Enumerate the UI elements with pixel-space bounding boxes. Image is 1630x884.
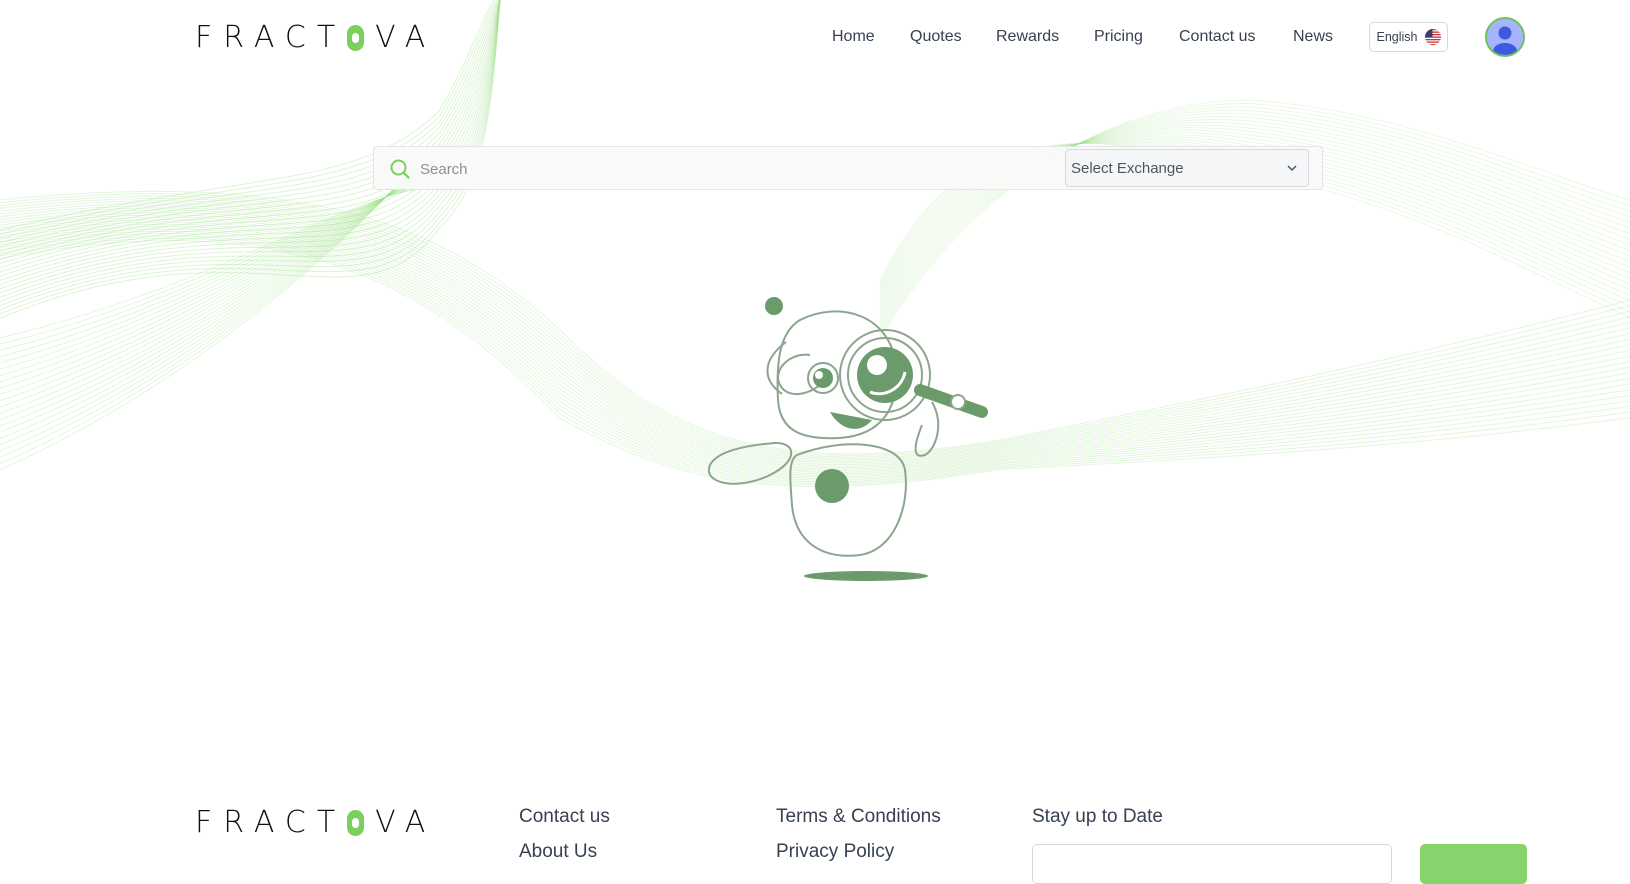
logo-text-right: VA xyxy=(375,20,437,55)
site-header: FRACT VA Home Quotes Rewards Pricing Con… xyxy=(0,0,1630,76)
newsletter-email-input[interactable] xyxy=(1032,844,1392,884)
footer-logo-text-left: FRACT xyxy=(195,805,347,840)
select-exchange-dropdown[interactable]: Select Exchange xyxy=(1065,149,1309,187)
nav-rewards-link[interactable]: Rewards xyxy=(996,28,1059,46)
nav-contact-us-link[interactable]: Contact us xyxy=(1179,28,1255,46)
newsletter-title: Stay up to Date xyxy=(1032,806,1163,827)
nav-home-link[interactable]: Home xyxy=(832,28,875,46)
us-flag-icon xyxy=(1424,29,1441,45)
footer-logo-o-mark-icon xyxy=(347,809,365,836)
search-input[interactable] xyxy=(418,155,1022,183)
language-selector[interactable]: English xyxy=(1369,22,1448,52)
robot-with-magnifying-glass-icon xyxy=(707,297,988,581)
logo-text-left: FRACT xyxy=(195,20,347,55)
search-icon xyxy=(390,159,410,179)
nav-quotes-link[interactable]: Quotes xyxy=(910,28,962,46)
footer-logo-text-right: VA xyxy=(375,805,437,840)
chevron-down-icon xyxy=(1287,165,1297,172)
nav-news-link[interactable]: News xyxy=(1293,28,1333,46)
search-bar: Select Exchange xyxy=(373,146,1323,190)
newsletter-subscribe-button[interactable] xyxy=(1420,844,1527,884)
language-label: English xyxy=(1376,30,1418,44)
footer-contact-us-link[interactable]: Contact us xyxy=(519,806,610,828)
site-footer: FRACT VA Contact us About Us Terms & Con… xyxy=(0,790,1630,884)
brand-logo[interactable]: FRACT VA xyxy=(195,20,436,55)
user-avatar-icon[interactable] xyxy=(1485,17,1525,57)
nav-pricing-link[interactable]: Pricing xyxy=(1094,28,1143,46)
select-exchange-label: Select Exchange xyxy=(1071,159,1184,177)
footer-terms-link[interactable]: Terms & Conditions xyxy=(776,806,941,828)
logo-o-mark-icon xyxy=(347,24,365,51)
footer-brand-logo[interactable]: FRACT VA xyxy=(195,805,436,840)
